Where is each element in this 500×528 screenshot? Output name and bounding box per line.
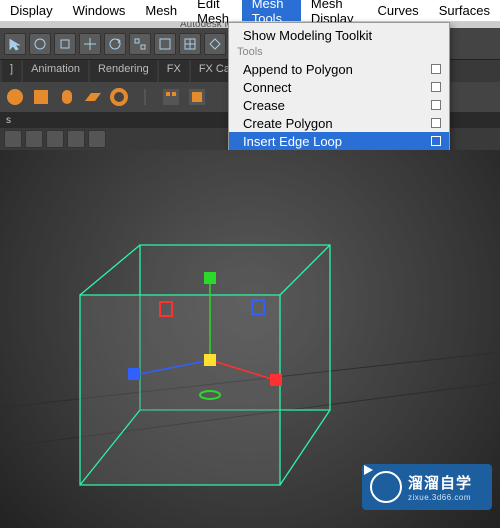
tool-snap2[interactable] xyxy=(179,33,201,55)
shelf-poly-sphere-icon[interactable] xyxy=(4,86,26,108)
handle-y[interactable] xyxy=(204,272,216,284)
panel-toolbar xyxy=(4,130,106,148)
tool-snap[interactable] xyxy=(154,33,176,55)
panel-btn-3[interactable] xyxy=(46,130,64,148)
tab-rendering[interactable]: Rendering xyxy=(90,60,157,82)
panel-btn-2[interactable] xyxy=(25,130,43,148)
viewport[interactable]: 溜溜自学 zixue.3d66.com xyxy=(0,150,500,528)
tab-fx[interactable]: FX xyxy=(159,60,189,82)
shelf-type-icon[interactable] xyxy=(160,86,182,108)
option-box-icon[interactable] xyxy=(431,118,441,128)
dd-connect[interactable]: Connect xyxy=(229,78,449,96)
watermark-text: 溜溜自学 xyxy=(408,472,472,493)
tab-cut[interactable]: ] xyxy=(2,60,21,82)
tool-lasso[interactable] xyxy=(29,33,51,55)
menu-mesh-tools[interactable]: Mesh Tools xyxy=(242,0,301,21)
shelf-poly-plane-icon[interactable] xyxy=(82,86,104,108)
menu-edit-mesh[interactable]: Edit Mesh xyxy=(187,0,242,21)
panel-btn-4[interactable] xyxy=(67,130,85,148)
menu-windows[interactable]: Windows xyxy=(63,0,136,21)
menu-surfaces[interactable]: Surfaces xyxy=(429,0,500,21)
tool-rotate[interactable] xyxy=(104,33,126,55)
tool-select[interactable] xyxy=(4,33,26,55)
option-box-icon[interactable] xyxy=(431,82,441,92)
dd-append-to-polygon[interactable]: Append to Polygon xyxy=(229,60,449,78)
tool-misc[interactable] xyxy=(204,33,226,55)
panel-btn-1[interactable] xyxy=(4,130,22,148)
dd-crease[interactable]: Crease xyxy=(229,96,449,114)
menu-curves[interactable]: Curves xyxy=(368,0,429,21)
shelf-divider-icon xyxy=(134,86,156,108)
dd-insert-edge-loop[interactable]: Insert Edge Loop xyxy=(229,132,449,150)
play-icon xyxy=(370,471,402,503)
tool-paint-select[interactable] xyxy=(54,33,76,55)
menu-display[interactable]: Display xyxy=(0,0,63,21)
dd-create-polygon[interactable]: Create Polygon xyxy=(229,114,449,132)
shelf-poly-cylinder-icon[interactable] xyxy=(56,86,78,108)
option-box-icon[interactable] xyxy=(431,100,441,110)
watermark: 溜溜自学 zixue.3d66.com xyxy=(362,464,492,510)
handle-x[interactable] xyxy=(270,374,282,386)
tool-move[interactable] xyxy=(79,33,101,55)
dd-section-tools: Tools xyxy=(229,44,449,60)
handle-center[interactable] xyxy=(204,354,216,366)
menubar: Display Windows Mesh Edit Mesh Mesh Tool… xyxy=(0,0,500,22)
dd-show-modeling-toolkit[interactable]: Show Modeling Toolkit xyxy=(229,26,449,44)
tool-scale[interactable] xyxy=(129,33,151,55)
option-box-icon[interactable] xyxy=(431,136,441,146)
watermark-url: zixue.3d66.com xyxy=(408,493,472,502)
option-box-icon[interactable] xyxy=(431,64,441,74)
handle-z[interactable] xyxy=(128,368,140,380)
menu-mesh[interactable]: Mesh xyxy=(135,0,187,21)
shelf-poly-torus-icon[interactable] xyxy=(108,86,130,108)
shelf-poly-cube-icon[interactable] xyxy=(30,86,52,108)
panel-btn-5[interactable] xyxy=(88,130,106,148)
shelf-svg-icon[interactable] xyxy=(186,86,208,108)
tab-animation[interactable]: Animation xyxy=(23,60,88,82)
menu-mesh-display[interactable]: Mesh Display xyxy=(301,0,368,21)
